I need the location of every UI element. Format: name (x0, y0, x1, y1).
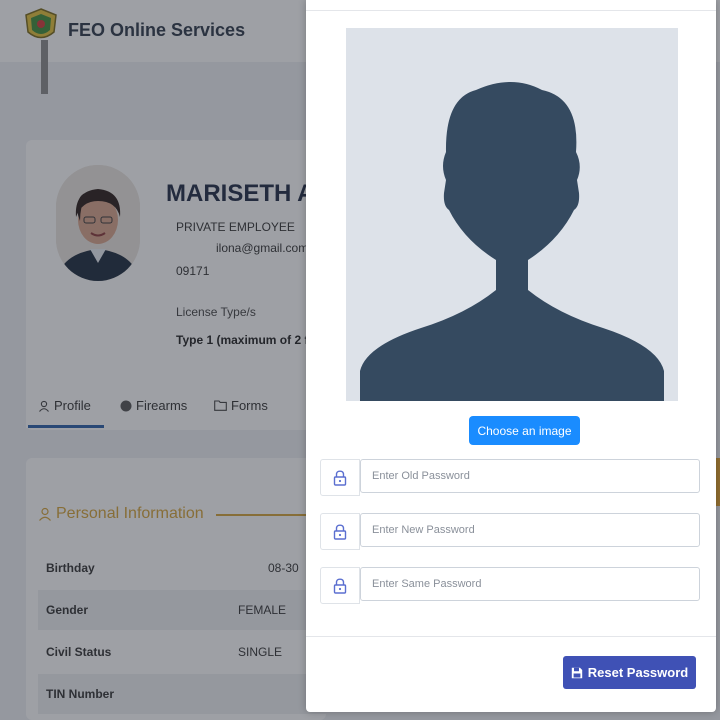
old-password-input[interactable] (360, 459, 700, 493)
confirm-password-input[interactable] (360, 567, 700, 601)
modal-footer-divider (306, 636, 716, 637)
photo-preview (346, 28, 678, 401)
choose-image-button[interactable]: Choose an image (469, 416, 580, 445)
lock-icon (333, 469, 347, 486)
new-password-input[interactable] (360, 513, 700, 547)
save-icon (571, 667, 582, 678)
new-password-group (320, 513, 700, 550)
old-password-group (320, 459, 700, 496)
silhouette-icon (360, 82, 664, 401)
reset-password-button[interactable]: Reset Password (563, 656, 696, 689)
lock-icon-box (320, 567, 360, 604)
lock-icon-box (320, 513, 360, 550)
confirm-password-group (320, 567, 700, 604)
change-photo-password-modal: Choose an image Reset Password (306, 0, 716, 712)
lock-icon (333, 577, 347, 594)
lock-icon (333, 523, 347, 540)
lock-icon-box (320, 459, 360, 496)
reset-password-label: Reset Password (587, 665, 689, 680)
modal-header-divider (306, 10, 716, 11)
